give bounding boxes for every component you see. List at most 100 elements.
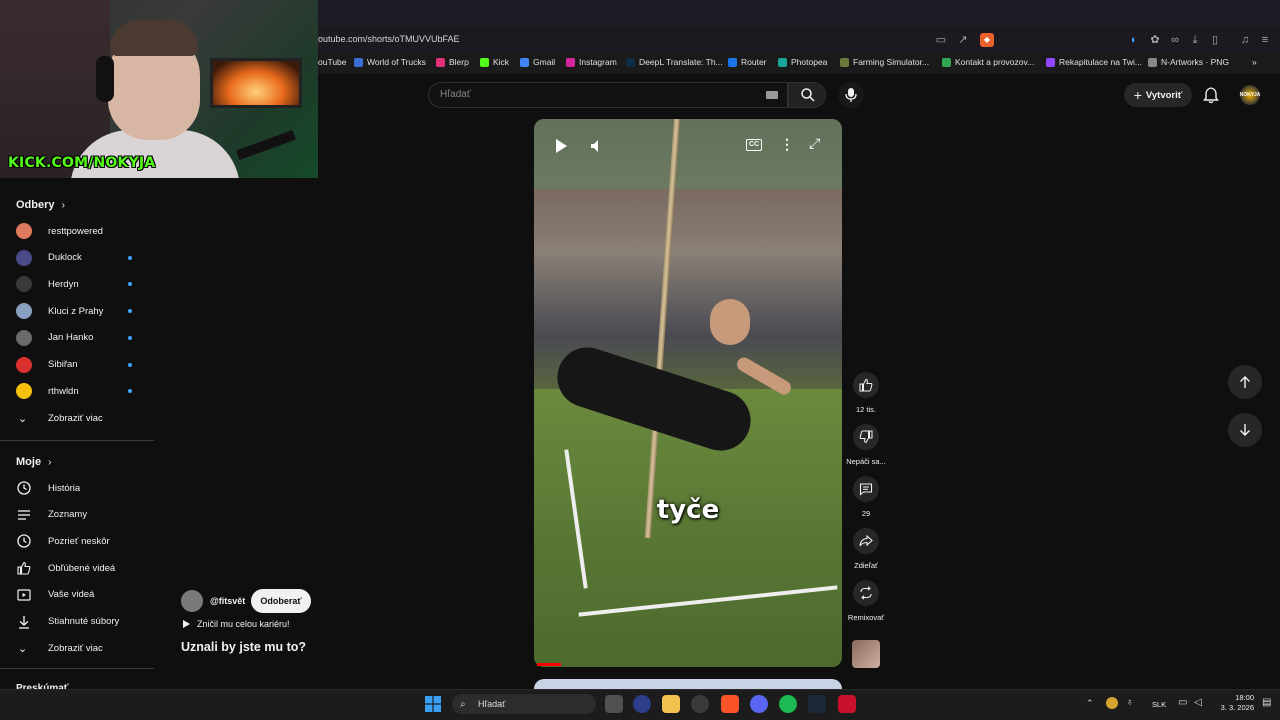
account-avatar[interactable]: NOKYJA	[1240, 85, 1260, 105]
bookmark-item[interactable]: World of Trucks	[354, 57, 426, 67]
tray-app-icon[interactable]	[1106, 697, 1118, 709]
remix-button[interactable]	[853, 580, 879, 606]
like-button[interactable]	[853, 372, 879, 398]
sound-thumbnail[interactable]	[852, 640, 880, 668]
short-video-player[interactable]	[534, 119, 842, 667]
notification-center-icon[interactable]: ▤	[1262, 697, 1271, 708]
keyboard-icon[interactable]	[766, 91, 778, 99]
vpn-icon[interactable]: ∞	[1168, 33, 1182, 47]
bookmark-label: Kontakt a provozov...	[955, 57, 1035, 67]
taskbar-search-label: Hľadať	[478, 699, 506, 709]
subscription-item[interactable]: Jan Hanko	[0, 326, 152, 350]
app-icon[interactable]	[838, 695, 856, 713]
video-athlete-head	[710, 299, 750, 345]
play-icon	[183, 620, 190, 628]
discord-icon[interactable]	[750, 695, 768, 713]
bookmark-item[interactable]: Blerp	[436, 57, 469, 67]
taskbar-search[interactable]: ⌕ Hľadať	[452, 694, 596, 714]
more-options-icon[interactable]: ⋮	[780, 136, 794, 153]
subscriptions-show-more[interactable]: ⌄ Zobraziť viac	[0, 406, 152, 430]
chevron-right-icon: ›	[48, 457, 52, 468]
network-icon[interactable]: ▭	[1178, 697, 1187, 708]
url-text[interactable]: outube.com/shorts/oTMUVVUbFAE	[318, 34, 460, 44]
bookmark-item[interactable]: DeepL Translate: Th...	[626, 57, 723, 67]
bookmark-item[interactable]: ouTube	[318, 57, 347, 67]
steam-icon[interactable]	[808, 695, 826, 713]
video-progress-bar[interactable]	[537, 663, 562, 666]
obs-icon[interactable]	[691, 695, 709, 713]
share-button[interactable]	[853, 528, 879, 554]
webcam-person-hair	[110, 20, 198, 56]
subscriptions-heading[interactable]: Odbery ›	[16, 199, 65, 211]
menu-icon[interactable]: ♫	[1238, 33, 1252, 47]
previous-short-button[interactable]	[1228, 365, 1262, 399]
bookmark-item[interactable]: Farming Simulator...	[840, 57, 929, 67]
you-item[interactable]: Zoznamy	[0, 503, 152, 527]
comments-button[interactable]	[853, 476, 879, 502]
file-explorer-icon[interactable]	[662, 695, 680, 713]
bookmark-item[interactable]: Instagram	[566, 57, 617, 67]
you-item-label: Vaše videá	[48, 589, 95, 601]
bookmark-item[interactable]: Kontakt a provozov...	[942, 57, 1034, 67]
downloads-icon[interactable]: ⤓	[1188, 33, 1202, 47]
channel-name[interactable]: @fitsvět	[210, 596, 245, 606]
you-item[interactable]: Stiahnuté súbory	[0, 610, 152, 634]
bookmarks-overflow-icon[interactable]: »	[1252, 57, 1257, 67]
you-show-more[interactable]: ⌄ Zobraziť viac	[0, 636, 152, 660]
task-view-icon[interactable]	[605, 695, 623, 713]
captions-icon[interactable]: CC	[746, 139, 762, 151]
voice-search-button[interactable]	[838, 82, 864, 108]
audio-playing-icon[interactable]: ◖	[1126, 33, 1140, 47]
search-button[interactable]	[788, 82, 826, 108]
subscription-item[interactable]: Sibiřan	[0, 353, 152, 377]
play-button[interactable]	[553, 137, 569, 158]
volume-icon[interactable]: ◁	[1194, 697, 1202, 708]
dislike-button[interactable]	[853, 424, 879, 450]
bookmark-item[interactable]: Photopea	[778, 57, 827, 67]
you-item[interactable]: História	[0, 476, 152, 500]
fullscreen-icon[interactable]: ⤢	[809, 135, 820, 152]
subscription-item[interactable]: resttpowered	[0, 219, 152, 243]
bookmark-item[interactable]: N-Artworks · PNG	[1148, 57, 1229, 67]
bookmark-item[interactable]: Router	[728, 57, 767, 67]
subscription-item[interactable]: Kluci z Prahy	[0, 299, 152, 323]
app-icon[interactable]	[633, 695, 651, 713]
bookmark-item[interactable]: Kick	[480, 57, 509, 67]
cast-icon[interactable]: ▭	[934, 33, 948, 47]
subscription-item[interactable]: rthwldn	[0, 379, 152, 403]
spotify-icon[interactable]	[779, 695, 797, 713]
channel-avatar[interactable]	[181, 590, 203, 612]
you-heading[interactable]: Moje ›	[16, 456, 51, 468]
subscription-item[interactable]: Herdyn	[0, 272, 152, 296]
you-item[interactable]: Vaše videá	[0, 583, 152, 607]
sidebar-divider	[0, 440, 154, 441]
notifications-bell-icon[interactable]	[1202, 86, 1220, 104]
tray-expand-icon[interactable]: ⌃	[1086, 698, 1094, 709]
like-count: 12 tis.	[855, 405, 876, 414]
hamburger-icon[interactable]: ≡	[1258, 33, 1272, 47]
windows-start-icon[interactable]	[425, 696, 441, 712]
bookmark-favicon-icon	[840, 57, 849, 67]
brave-shield-icon[interactable]: ◆	[980, 33, 994, 47]
bookmark-item[interactable]: Gmail	[520, 57, 555, 67]
you-item[interactable]: Pozrieť neskôr	[0, 529, 152, 553]
extensions-icon[interactable]: ✿	[1148, 33, 1162, 47]
bookmark-item[interactable]: Rekapitulace na Twi...	[1046, 57, 1142, 67]
sound-link[interactable]: Zničil mu celou kariéru!	[181, 619, 290, 629]
bookmark-favicon-icon	[480, 57, 489, 67]
language-indicator[interactable]: SLK	[1152, 700, 1166, 709]
short-title[interactable]: Uznali by jste mu to?	[181, 640, 306, 654]
arrow-up-icon	[1240, 376, 1250, 388]
create-button[interactable]: + Vytvoriť	[1124, 83, 1192, 107]
volume-button[interactable]	[588, 137, 606, 158]
wallet-icon[interactable]: ▯	[1208, 33, 1222, 47]
system-clock[interactable]: 18:00 3. 3. 2026	[1214, 693, 1254, 713]
subscribe-button[interactable]: Odoberať	[251, 589, 311, 613]
next-short-button[interactable]	[1228, 413, 1262, 447]
brave-browser-icon[interactable]	[721, 695, 739, 713]
search-input[interactable]	[428, 82, 788, 108]
you-item[interactable]: Obľúbené videá	[0, 556, 152, 580]
subscription-item[interactable]: Duklock	[0, 246, 152, 270]
tray-app-icon[interactable]: ♁	[1126, 697, 1134, 708]
share-page-icon[interactable]: ↗	[956, 33, 970, 47]
